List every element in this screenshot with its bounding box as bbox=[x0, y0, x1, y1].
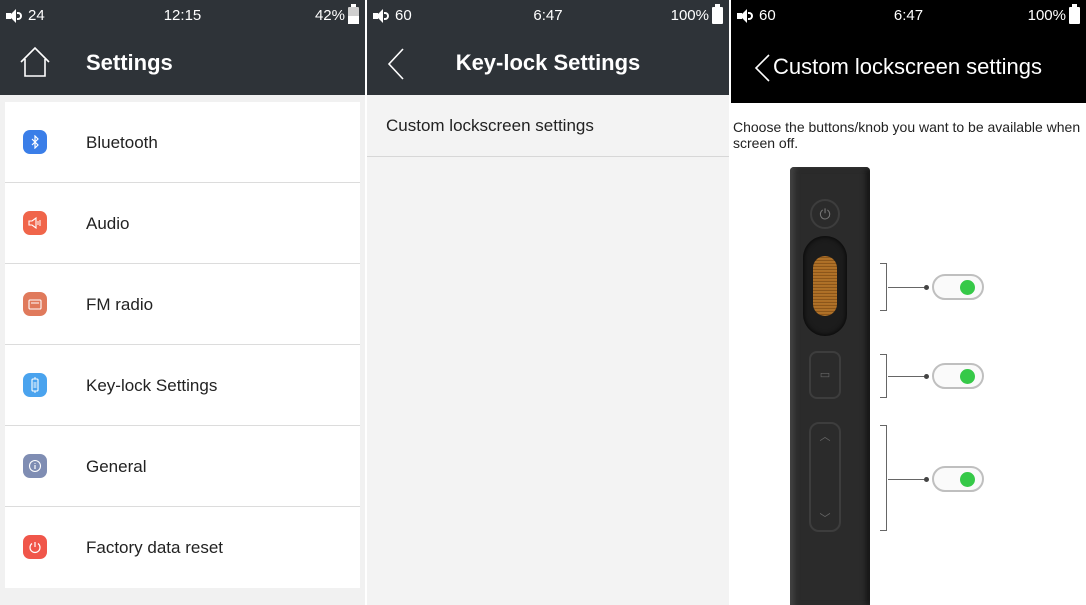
toggle-thumb bbox=[960, 280, 975, 295]
custom-lockscreen-screen: 60 6:47 100% Custom lockscreen settings … bbox=[731, 0, 1086, 605]
knob-bracket bbox=[880, 263, 887, 311]
status-bar: 60 6:47 100% bbox=[731, 0, 1086, 31]
home-icon[interactable] bbox=[18, 45, 52, 79]
radio-icon bbox=[23, 292, 47, 316]
play-button-icon: ▭ bbox=[809, 351, 841, 399]
toolbar: Settings bbox=[0, 31, 365, 95]
keylock-settings-screen: 60 6:47 100% Key-lock Settings Custom lo… bbox=[367, 0, 729, 605]
volume-rocker-icon: ︿ ﹀ bbox=[809, 422, 841, 532]
info-icon bbox=[23, 454, 47, 478]
toolbar: Key-lock Settings bbox=[367, 31, 729, 95]
button-leader-line bbox=[888, 376, 926, 377]
settings-item-label: Key-lock Settings bbox=[86, 376, 218, 395]
settings-item-general[interactable]: General bbox=[5, 426, 360, 507]
battery-percent: 100% bbox=[670, 7, 709, 24]
scroll-knob bbox=[813, 256, 837, 316]
volume-buttons-toggle[interactable] bbox=[932, 466, 984, 492]
middle-button-toggle[interactable] bbox=[932, 363, 984, 389]
settings-item-label: General bbox=[86, 457, 147, 476]
battery-percent: 100% bbox=[1027, 7, 1066, 24]
battery-indicator: 42% bbox=[314, 4, 359, 24]
chevron-up-icon: ︿ bbox=[819, 431, 831, 443]
settings-item-keylock[interactable]: Key-lock Settings bbox=[5, 345, 360, 426]
settings-item-fm-radio[interactable]: FM radio bbox=[5, 264, 360, 345]
button-bracket bbox=[880, 354, 887, 398]
page-title: Custom lockscreen settings bbox=[773, 54, 1042, 79]
settings-screen: 24 12:15 42% Settings Bluetooth Audio FM… bbox=[0, 0, 365, 605]
item-label: Custom lockscreen settings bbox=[386, 116, 594, 135]
button-leader-dot bbox=[924, 374, 929, 379]
audio-icon bbox=[23, 211, 47, 235]
battery-indicator: 100% bbox=[1027, 4, 1080, 24]
toggle-thumb bbox=[960, 369, 975, 384]
settings-item-label: Factory data reset bbox=[86, 538, 224, 557]
volume-leader-dot bbox=[924, 477, 929, 482]
page-title: Key-lock Settings bbox=[455, 50, 641, 75]
bluetooth-icon bbox=[23, 130, 47, 154]
instruction-text: Choose the buttons/knob you want to be a… bbox=[733, 119, 1081, 151]
settings-item-label: FM radio bbox=[86, 295, 154, 314]
battery-indicator: 100% bbox=[670, 4, 723, 24]
device-illustration: ⏻ ▭ ︿ ﹀ bbox=[790, 167, 870, 605]
page-title: Settings bbox=[86, 50, 173, 75]
keylock-icon bbox=[23, 373, 47, 397]
volume-bracket bbox=[880, 425, 887, 531]
settings-item-audio[interactable]: Audio bbox=[5, 183, 360, 264]
back-arrow-icon[interactable] bbox=[751, 51, 773, 85]
power-button-icon: ⏻ bbox=[810, 199, 840, 229]
knob-leader-dot bbox=[924, 285, 929, 290]
settings-list: Bluetooth Audio FM radio Key-lock Settin… bbox=[5, 102, 360, 588]
battery-icon bbox=[348, 4, 359, 24]
chevron-down-icon: ﹀ bbox=[819, 513, 831, 525]
status-bar: 24 12:15 42% bbox=[0, 0, 365, 31]
knob-leader-line bbox=[888, 287, 926, 288]
battery-icon bbox=[712, 4, 723, 24]
knob-well bbox=[803, 236, 847, 336]
settings-item-label: Audio bbox=[86, 214, 130, 233]
battery-percent: 42% bbox=[314, 7, 345, 24]
reset-icon bbox=[23, 535, 47, 559]
settings-item-bluetooth[interactable]: Bluetooth bbox=[5, 102, 360, 183]
toolbar: Custom lockscreen settings bbox=[731, 31, 1086, 103]
battery-icon bbox=[1069, 4, 1080, 24]
clock: 12:15 bbox=[163, 7, 202, 24]
status-bar: 60 6:47 100% bbox=[367, 0, 729, 31]
settings-item-label: Bluetooth bbox=[86, 133, 158, 152]
knob-toggle[interactable] bbox=[932, 274, 984, 300]
custom-lockscreen-settings-item[interactable]: Custom lockscreen settings bbox=[367, 95, 729, 157]
volume-leader-line bbox=[888, 479, 926, 480]
settings-item-factory-reset[interactable]: Factory data reset bbox=[5, 507, 360, 588]
toggle-thumb bbox=[960, 472, 975, 487]
